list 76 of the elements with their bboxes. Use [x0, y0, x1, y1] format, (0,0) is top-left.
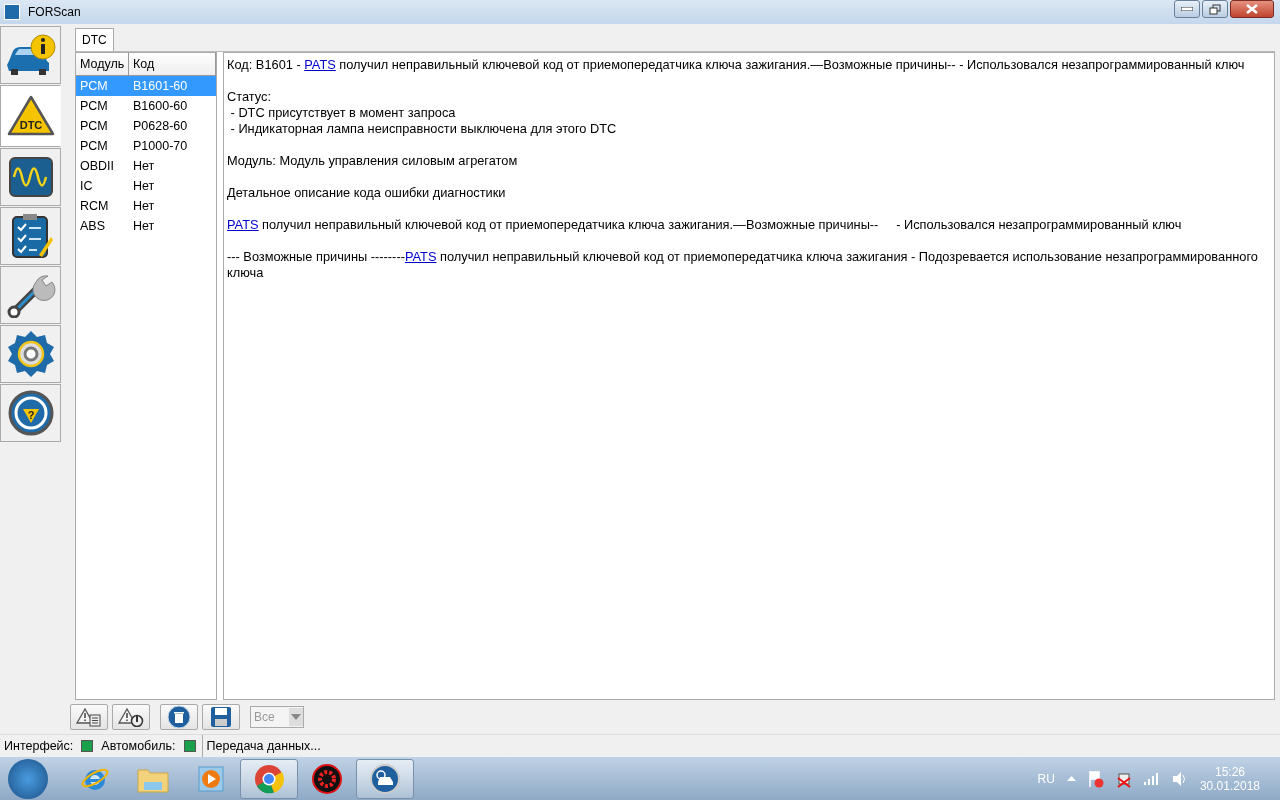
toolbar-button[interactable]	[70, 704, 108, 730]
sidebar-item[interactable]	[0, 325, 61, 383]
module-cell-text: ABS	[79, 219, 106, 233]
code-cell-text: Нет	[132, 219, 156, 233]
chrome-icon	[254, 763, 284, 794]
module-cell-text: PCM	[79, 99, 109, 113]
module-cell-text: PCM	[79, 139, 109, 153]
save-icon	[210, 706, 232, 728]
code-cell-text: Нет	[132, 199, 156, 213]
status-label: Автомобиль:	[100, 739, 177, 753]
close-icon	[1246, 4, 1258, 14]
list-row[interactable]: RCM Нет	[76, 196, 216, 216]
sidebar-item[interactable]	[0, 148, 61, 206]
car-info-icon	[4, 33, 57, 77]
module-cell-text: OBDII	[79, 159, 116, 173]
module-cell-text: PCM	[79, 79, 109, 93]
column-header[interactable]: Модуль	[76, 53, 129, 75]
list-row[interactable]: PCM P0628-60	[76, 116, 216, 136]
list-row[interactable]: OBDII Нет	[76, 156, 216, 176]
module-cell-text: IC	[79, 179, 94, 193]
list-row[interactable]: IC Нет	[76, 176, 216, 196]
status-label: Интерфейс:	[3, 739, 75, 753]
description-text: --- Возможные причины --------PATS получил неправильный ключевой код от приемопередатчика ключа зажигания - Подозревается использование незапрограммированного ключа	[227, 249, 1259, 281]
car-search-icon	[370, 763, 400, 794]
code-cell-text: B1601-60	[132, 79, 189, 93]
app-icon	[4, 4, 20, 20]
sidebar-item[interactable]: ?	[0, 384, 61, 442]
minimize-button[interactable]	[1174, 0, 1200, 18]
list-row[interactable]: PCM P1000-70	[76, 136, 216, 156]
column-header[interactable]: Код	[129, 53, 216, 75]
sidebar-item[interactable]: DTC	[0, 85, 61, 147]
taskbar-app[interactable]	[356, 758, 414, 799]
sidebar-item[interactable]	[0, 26, 61, 84]
description-text: - Индикаторная лампа неисправности выключена для этого DTC	[229, 121, 618, 137]
tab[interactable]: DTC	[75, 28, 114, 51]
steering-wheel-help-icon: ?	[6, 389, 55, 437]
restore-icon	[1209, 3, 1221, 15]
toolbar-button[interactable]	[202, 704, 240, 730]
gear-icon	[5, 330, 56, 378]
code-cell-text: Нет	[132, 159, 156, 173]
description-text: Модуль: Модуль управления силовым агрегатом	[227, 153, 519, 169]
media-player-icon	[196, 763, 226, 794]
list-row[interactable]: ABS Нет	[76, 216, 216, 236]
warning-document-icon	[76, 707, 102, 727]
toolbar-button[interactable]	[112, 704, 150, 730]
description-text: Статус:	[227, 89, 272, 105]
caret-down-icon	[291, 714, 301, 720]
pats-link[interactable]: PATS	[404, 249, 437, 264]
code-cell-text: B1600-60	[132, 99, 189, 113]
gear-icon	[312, 763, 342, 794]
description-text: Детальное описание кода ошибки диагностики	[227, 185, 507, 201]
flag-error-icon[interactable]	[1087, 769, 1104, 788]
code-cell-text: Нет	[132, 179, 156, 193]
code-cell-text: P1000-70	[132, 139, 189, 153]
toolbar-button[interactable]	[160, 704, 198, 730]
minimize-icon	[1181, 7, 1193, 11]
oscilloscope-icon	[7, 156, 54, 198]
close-button[interactable]	[1230, 0, 1274, 18]
sidebar-item[interactable]	[0, 207, 61, 265]
warning-plug-icon	[118, 707, 144, 727]
description-text: Код: B1601 - PATS получил неправильный ключевой код от приемопередатчика ключа зажигания.—Возможные причины-- - Использовался незапрограммированный ключ	[227, 57, 1246, 73]
wrench-icon	[5, 272, 56, 318]
restore-button[interactable]	[1202, 0, 1228, 18]
pats-link[interactable]: PATS	[227, 217, 259, 232]
pats-link[interactable]: PATS	[304, 57, 336, 72]
description-text: - DTC присутствует в момент запроса	[229, 105, 457, 121]
description-text: PATS получил неправильный ключевой код от приемопередатчика ключа зажигания.—Возможные причины-- - Использовался незапрограммированный ключ	[227, 217, 1183, 233]
trash-icon	[167, 705, 191, 729]
sidebar-item[interactable]	[0, 266, 61, 324]
module-cell-text: RCM	[79, 199, 110, 213]
dtc-warning-icon: DTC	[5, 94, 56, 138]
code-cell-text: P0628-60	[132, 119, 189, 133]
start-button[interactable]	[8, 758, 48, 799]
window-title: FORScan	[28, 5, 82, 19]
module-cell-text: PCM	[79, 119, 109, 133]
list-row[interactable]: PCM B1600-60	[76, 96, 216, 116]
